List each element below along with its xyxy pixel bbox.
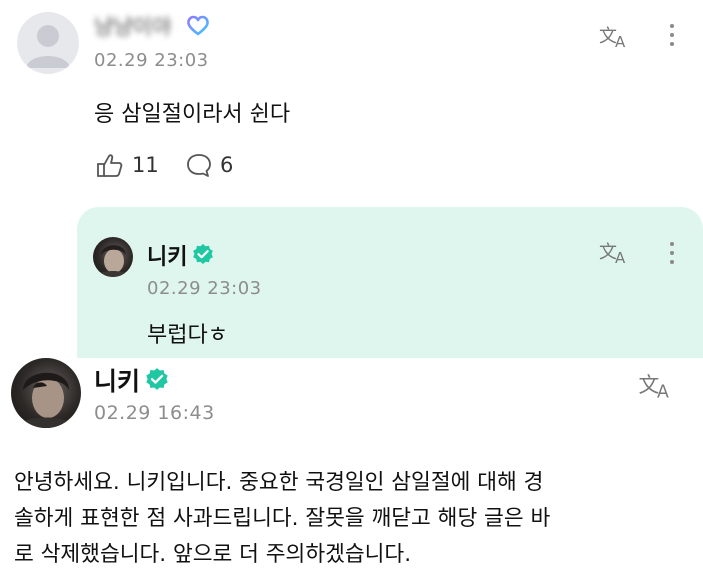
reply-count: 6 (220, 153, 234, 177)
translate-icon: 文 A (599, 26, 626, 49)
profile-photo (95, 245, 131, 277)
translate-button[interactable]: 文 A (597, 238, 633, 266)
reply-text: 부럽다ㅎ (147, 323, 228, 348)
translate-button[interactable]: 文 A (597, 22, 633, 50)
membership-heart-icon (187, 15, 209, 36)
comment-timestamp: 02.29 23:03 (94, 50, 209, 71)
more-vertical-icon (670, 24, 674, 28)
like-button[interactable]: 11 (94, 152, 159, 178)
post-text-line: 로 삭제했습니다. 앞으로 더 주의하겠습니다. (14, 542, 412, 567)
more-options-button[interactable] (664, 20, 680, 50)
svg-text:A: A (615, 249, 626, 265)
post-username[interactable]: 니키 (94, 362, 140, 398)
translate-icon: 文 A (599, 242, 626, 265)
verified-badge-icon (193, 244, 213, 264)
translate-button[interactable]: 文 A (636, 369, 678, 401)
reply-username[interactable]: 니키 (147, 239, 187, 271)
post-text-line: 안녕하세요. 니키입니다. 중요한 국경일인 삼일절에 대해 경 (14, 470, 544, 495)
comment-username[interactable]: 냥냥이야 (94, 11, 171, 41)
post-text-line: 솔하게 표현한 점 사과드립니다. 잘못을 깨닫고 해당 글은 바 (14, 506, 551, 531)
svg-text:A: A (615, 33, 626, 49)
translate-icon: 文 A (639, 373, 669, 400)
reply-count-button[interactable]: 6 (186, 152, 233, 178)
verified-badge-icon (146, 368, 168, 390)
post-avatar[interactable] (11, 358, 81, 428)
comment-bubble-icon (187, 154, 211, 177)
post-body: 안녕하세요. 니키입니다. 중요한 국경일인 삼일절에 대해 경 솔하게 표현한… (14, 465, 550, 573)
svg-text:A: A (657, 383, 669, 400)
more-vertical-icon (670, 242, 674, 246)
reply-avatar[interactable] (93, 237, 133, 277)
reply-timestamp: 02.29 23:03 (147, 278, 262, 299)
comment-avatar[interactable] (17, 12, 79, 74)
profile-photo (15, 372, 77, 428)
like-hand-icon (97, 154, 123, 177)
like-count: 11 (132, 153, 159, 177)
more-options-button[interactable] (664, 238, 680, 268)
post-timestamp: 02.29 16:43 (94, 402, 215, 424)
default-user-icon (26, 25, 70, 68)
comment-text: 응 삼일절이라서 쉰다 (94, 102, 291, 127)
